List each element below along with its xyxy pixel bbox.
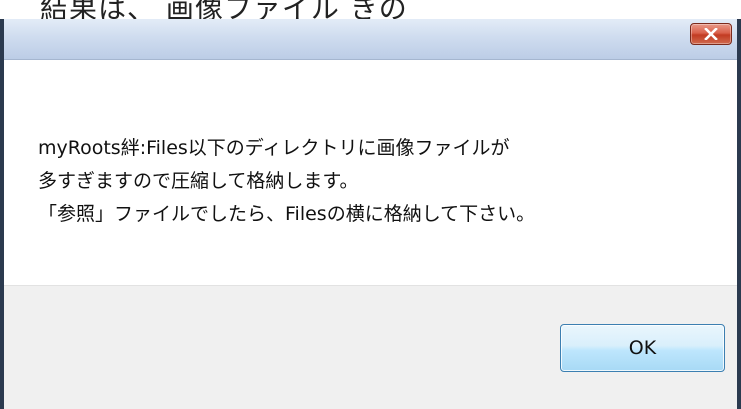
dialog-message: myRoots絆:Files以下のディレクトリに画像ファイルが 多すぎますので圧… [38, 132, 535, 231]
message-line: myRoots絆:Files以下のディレクトリに画像ファイルが [38, 137, 510, 159]
screen: 結果は、 画像ファイル きの myRoots絆:Files以下のディレクトリに画… [0, 0, 741, 409]
message-line: 「参照」ファイルでしたら、Filesの横に格納して下さい。 [38, 203, 536, 225]
dialog-titlebar[interactable] [4, 19, 737, 60]
message-line: 多すぎますので圧縮して格納します。 [38, 170, 359, 192]
dialog-button-bar: OK [4, 285, 737, 409]
ok-button[interactable]: OK [560, 324, 725, 372]
close-icon [704, 28, 718, 40]
message-dialog: myRoots絆:Files以下のディレクトリに画像ファイルが 多すぎますので圧… [0, 19, 741, 409]
close-button[interactable] [690, 23, 732, 45]
dialog-content: myRoots絆:Files以下のディレクトリに画像ファイルが 多すぎますので圧… [4, 60, 737, 285]
